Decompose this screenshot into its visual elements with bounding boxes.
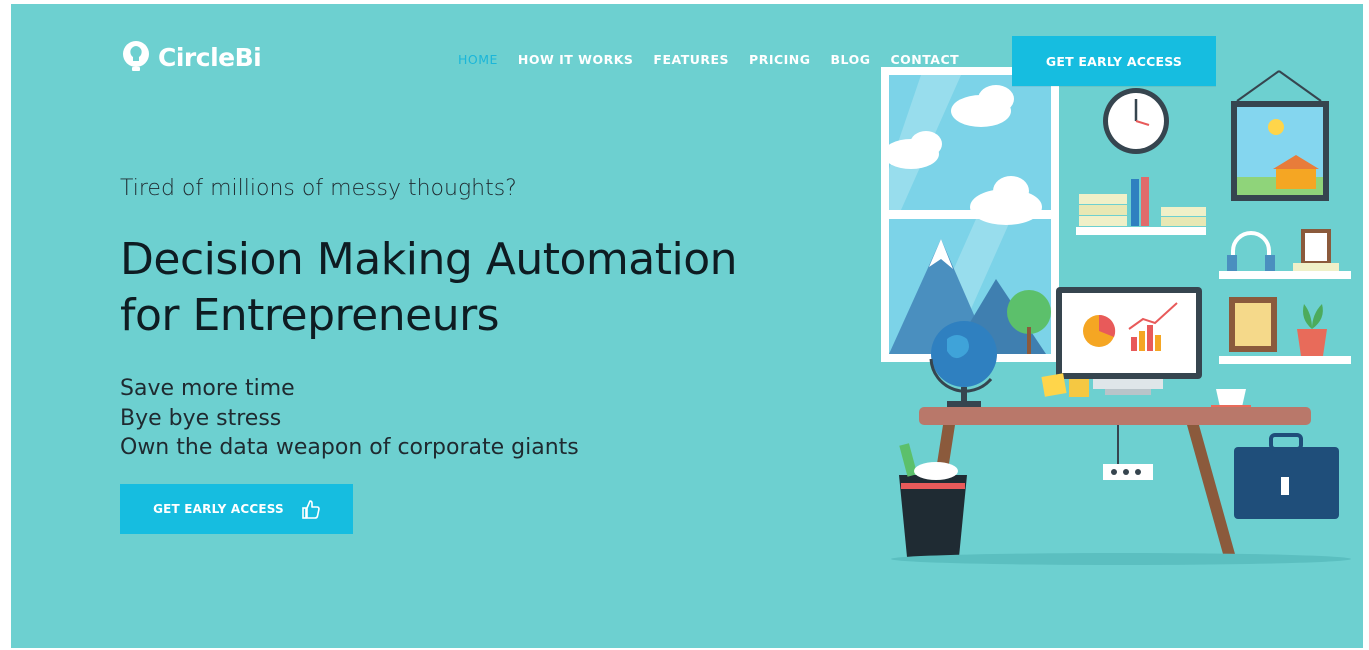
nav-features[interactable]: FEATURES bbox=[653, 52, 729, 67]
benefit-item: Own the data weapon of corporate giants bbox=[120, 435, 579, 460]
headline-line-1: Decision Making Automation bbox=[120, 234, 738, 285]
lightbulb-icon bbox=[123, 41, 149, 71]
headline-line-2: for Entrepreneurs bbox=[120, 290, 500, 341]
hero-tagline: Tired of millions of messy thoughts? bbox=[120, 176, 517, 201]
brand-logo[interactable]: CircleBi bbox=[120, 40, 262, 74]
nav-how-it-works[interactable]: HOW IT WORKS bbox=[518, 52, 634, 67]
headphones-icon bbox=[1231, 231, 1271, 269]
office-illustration bbox=[881, 67, 1351, 565]
benefit-item: Bye bye stress bbox=[120, 405, 282, 431]
thumbs-up-icon bbox=[302, 500, 320, 519]
hero-headline: Decision Making Automation for Entrepren… bbox=[120, 232, 820, 344]
hero-section: CircleBi HOME HOW IT WORKS FEATURES PRIC… bbox=[11, 4, 1363, 648]
benefits-list: Save more time Bye bye stress Own the da… bbox=[120, 374, 579, 463]
nav-blog[interactable]: BLOG bbox=[831, 52, 871, 67]
benefit-item: Save more time bbox=[120, 376, 295, 401]
nav-pricing[interactable]: PRICING bbox=[749, 52, 810, 67]
brand-name: CircleBi bbox=[158, 42, 262, 72]
get-early-access-hero-button[interactable]: GET EARLY ACCESS bbox=[120, 484, 353, 534]
cta-label: GET EARLY ACCESS bbox=[153, 502, 284, 516]
get-early-access-nav-button[interactable]: GET EARLY ACCESS bbox=[1012, 36, 1216, 86]
desk bbox=[919, 407, 1311, 425]
coffee-cup-icon bbox=[1216, 389, 1246, 407]
nav-home[interactable]: HOME bbox=[458, 52, 498, 67]
